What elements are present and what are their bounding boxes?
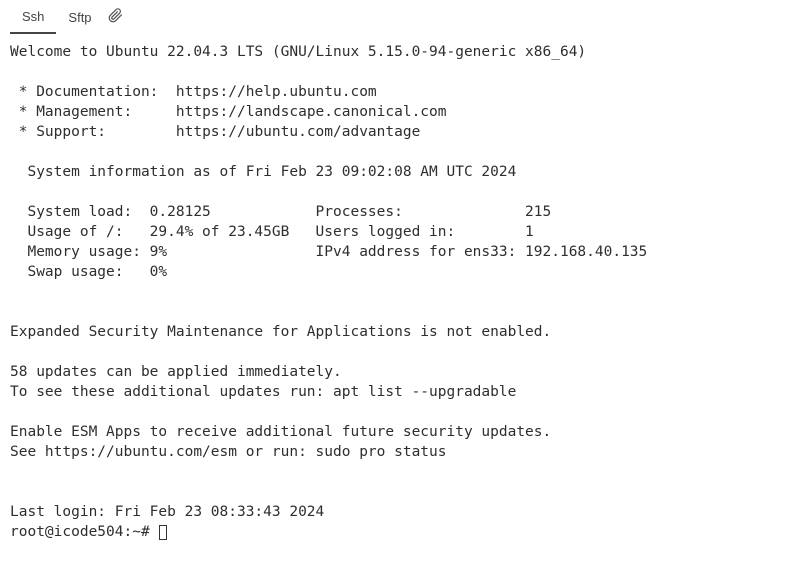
shell-prompt: root@icode504:~# — [10, 524, 158, 540]
sysinfo-header: System information as of Fri Feb 23 09:0… — [10, 164, 516, 180]
esm-see-hint: See https://ubuntu.com/esm or run: sudo … — [10, 444, 447, 460]
esm-status: Expanded Security Maintenance for Applic… — [10, 324, 551, 340]
motd-mgmt-label: * Management: — [10, 104, 176, 120]
tab-ssh[interactable]: Ssh — [10, 4, 56, 34]
sysinfo-row-3: Memory usage: 9% IPv4 address for ens33:… — [10, 244, 647, 260]
motd-welcome: Welcome to Ubuntu 22.04.3 LTS (GNU/Linux… — [10, 44, 586, 60]
attachment-icon[interactable] — [108, 8, 123, 30]
cursor — [159, 525, 167, 540]
tab-bar: Ssh Sftp — [0, 0, 790, 38]
tab-sftp[interactable]: Sftp — [56, 5, 103, 33]
motd-sup-url: https://ubuntu.com/advantage — [176, 124, 420, 140]
updates-count: 58 updates can be applied immediately. — [10, 364, 342, 380]
sysinfo-row-4: Swap usage: 0% — [10, 264, 167, 280]
terminal-output[interactable]: Welcome to Ubuntu 22.04.3 LTS (GNU/Linux… — [0, 38, 790, 552]
motd-sup-label: * Support: — [10, 124, 176, 140]
motd-doc-url: https://help.ubuntu.com — [176, 84, 377, 100]
motd-mgmt-url: https://landscape.canonical.com — [176, 104, 447, 120]
last-login: Last login: Fri Feb 23 08:33:43 2024 — [10, 504, 324, 520]
sysinfo-row-1: System load: 0.28125 Processes: 215 — [10, 204, 551, 220]
motd-doc-label: * Documentation: — [10, 84, 176, 100]
updates-hint: To see these additional updates run: apt… — [10, 384, 516, 400]
sysinfo-row-2: Usage of /: 29.4% of 23.45GB Users logge… — [10, 224, 534, 240]
esm-enable-hint: Enable ESM Apps to receive additional fu… — [10, 424, 551, 440]
